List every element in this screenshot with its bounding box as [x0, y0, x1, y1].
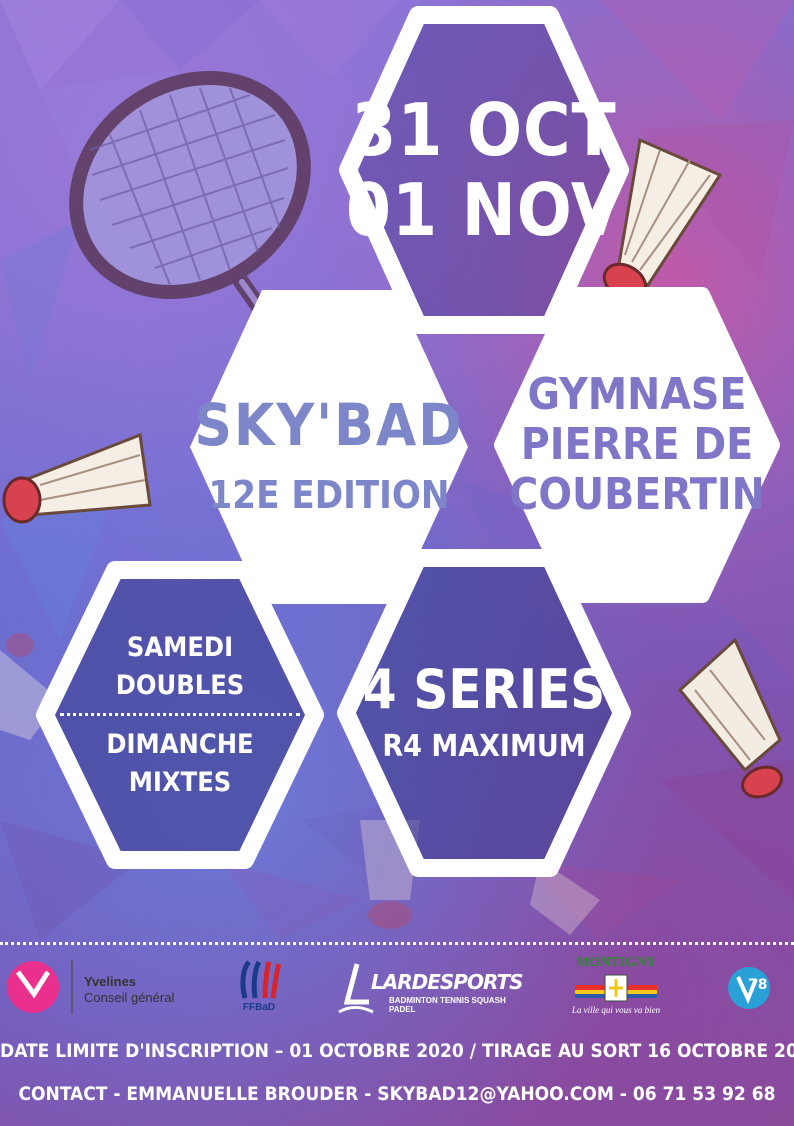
yvelines-line-2: Conseil général [84, 990, 175, 1005]
venue-line-3: COUBERTIN [509, 469, 765, 520]
shuttlecock-icon [677, 637, 783, 799]
day-saturday-type: DOUBLES [115, 669, 245, 701]
series-hexagon: 4 SERIES R4 MAXIMUM [336, 548, 632, 878]
lardesports-tagline: BADMINTON TENNIS SQUASH PADEL [389, 996, 506, 1014]
day-sunday-type: MIXTES [128, 766, 232, 798]
days-hexagon: SAMEDI DOUBLES DIMANCHE MIXTES [35, 560, 325, 870]
day-divider [60, 712, 300, 720]
series-level: R4 MAXIMUM [382, 729, 586, 764]
venue-line-2: PIERRE DE [520, 419, 754, 470]
date-start: 31 OCT [351, 88, 617, 172]
ffbad-logo: FFBaD [235, 958, 283, 1020]
lardesports-logo: LARDESPORTS BADMINTON TENNIS SQUASH PADE… [335, 962, 525, 1018]
montigny-logo: MONTIGNY La ville qui vous va bien [565, 955, 667, 1019]
lardesports-name: LARDESPORTS [371, 970, 523, 994]
event-edition: 12E EDITION [208, 473, 450, 517]
montigny-name: MONTIGNY [575, 955, 657, 970]
series-count: 4 SERIES [362, 658, 606, 721]
event-name: SKY'BAD [194, 391, 464, 459]
yvelines-logo: Yvelines Conseil général [4, 958, 204, 1016]
date-end: 01 NOV [345, 168, 623, 252]
footer-separator [0, 942, 794, 945]
day-sunday: DIMANCHE [106, 728, 254, 760]
v78-label: 78 [748, 977, 768, 993]
yvelines-line-1: Yvelines [84, 974, 137, 989]
shuttlecock-icon [2, 432, 152, 524]
yvelines-78-logo: 78 [726, 965, 772, 1011]
venue-line-1: GYMNASE [527, 369, 747, 420]
day-saturday: SAMEDI [126, 631, 234, 663]
contact-info: CONTACT - EMMANUELLE BROUDER - SKYBAD12@… [18, 1083, 776, 1105]
ffbad-label: FFBaD [242, 1002, 276, 1013]
registration-deadline: DATE LIMITE D'INSCRIPTION – 01 OCTOBRE 2… [0, 1040, 794, 1062]
montigny-tagline: La ville qui vous va bien [571, 1005, 661, 1015]
